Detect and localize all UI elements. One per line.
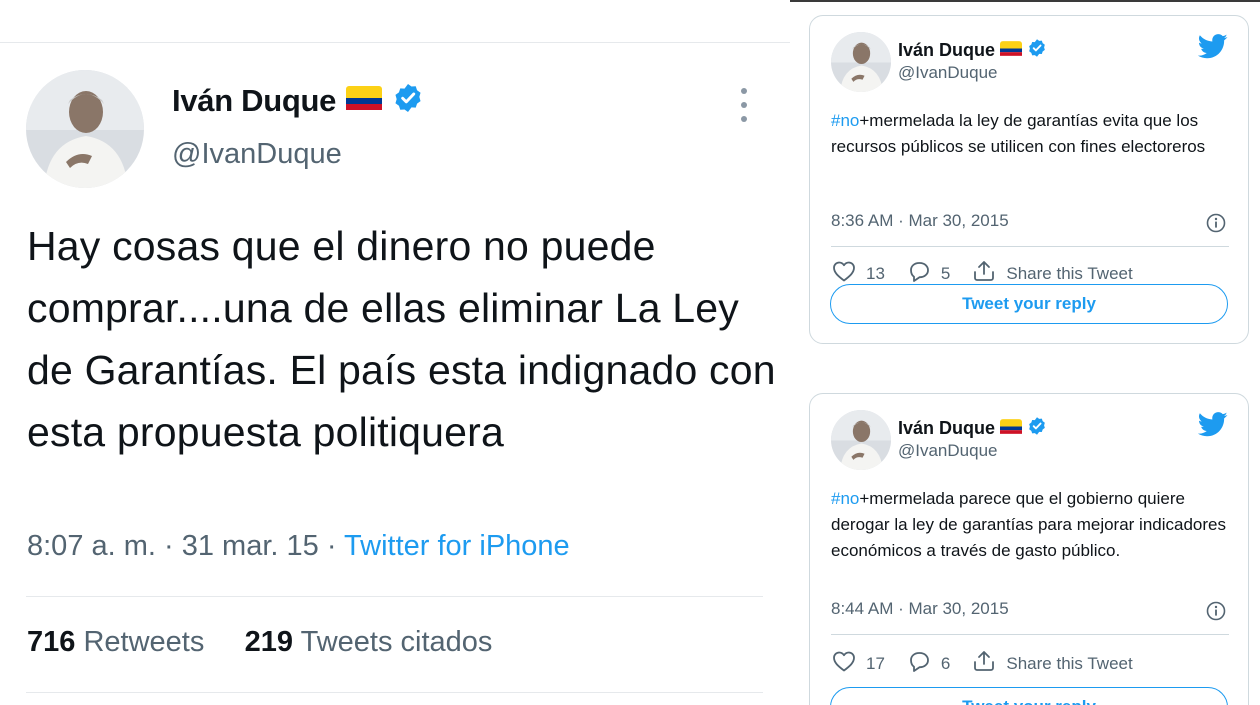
more-options-icon[interactable] [738,88,750,122]
info-icon[interactable] [1206,213,1226,233]
tweet-body: +mermelada la ley de garantías evita que… [831,111,1206,156]
share-icon [972,649,996,678]
reply-button[interactable]: 6 [907,650,950,677]
author-name[interactable]: Iván Duque [898,418,995,439]
divider [0,42,790,43]
tweet-timestamp[interactable]: 8:36 AM · Mar 30, 2015 [831,211,1009,231]
avatar[interactable] [831,410,891,470]
reply-count: 5 [940,263,951,283]
timestamp-text: 8:07 a. m. · 31 mar. 15 · [27,530,345,562]
tweet-your-reply-button[interactable]: Tweet your reply [830,284,1228,324]
embedded-tweet-card[interactable]: Iván Duque @IvanDuque #no+mermelada la l… [809,15,1249,344]
tweet-actions: 17 6 Share this Tweet [832,649,1155,678]
share-label: Share this Tweet [1006,263,1133,283]
like-count: 17 [866,653,885,673]
verified-badge-icon [1027,416,1047,441]
author-handle[interactable]: @IvanDuque [172,138,342,171]
quotes-stat[interactable]: 219 Tweets citados [245,626,493,658]
twitter-bird-icon[interactable] [1197,412,1228,437]
top-border [790,0,1260,2]
quotes-label: Tweets citados [300,626,493,658]
author-handle[interactable]: @IvanDuque [898,63,998,83]
tweet-text: Hay cosas que el dinero no puede comprar… [27,223,776,455]
reply-icon [907,260,931,287]
quotes-count: 219 [244,626,294,658]
verified-badge-icon [392,82,424,119]
main-tweet: Iván Duque @IvanDuque Hay cosas que el d… [0,0,790,705]
colombia-flag-icon [1000,418,1023,439]
embedded-tweet-card[interactable]: Iván Duque @IvanDuque #no+mermelada pare… [809,393,1249,705]
tweet-source-link[interactable]: Twitter for iPhone [344,530,570,562]
tweet-stats: 716 Retweets 219 Tweets citados [27,626,492,659]
author-name[interactable]: Iván Duque [172,83,336,119]
reply-count: 6 [940,653,951,673]
retweets-label: Retweets [83,626,205,658]
divider [26,692,763,693]
divider [26,596,763,597]
twitter-bird-icon[interactable] [1197,34,1228,59]
hashtag-link[interactable]: #no [831,489,859,508]
info-icon[interactable] [1206,601,1226,621]
tweet-timestamp: 8:07 a. m. · 31 mar. 15 · Twitter for iP… [27,530,570,563]
like-button[interactable]: 17 [832,650,885,677]
tweet-body: +mermelada parece que el gobierno quiere… [831,489,1227,560]
divider [831,634,1229,635]
hashtag-link[interactable]: #no [831,111,859,130]
tweet-text: #no+mermelada la ley de garantías evita … [831,108,1231,160]
divider [831,246,1229,247]
tweet-your-reply-button[interactable]: Tweet your reply [830,687,1228,705]
reply-icon [907,650,931,677]
like-count: 13 [866,263,885,283]
share-label: Share this Tweet [1006,653,1133,673]
tweet-timestamp[interactable]: 8:44 AM · Mar 30, 2015 [831,599,1009,619]
verified-badge-icon [1027,38,1047,63]
avatar[interactable] [26,70,144,188]
tweet-text: #no+mermelada parece que el gobierno qui… [831,486,1231,564]
retweets-stat[interactable]: 716 Retweets [27,626,204,658]
colombia-flag-icon [346,86,383,115]
retweets-count: 716 [27,626,76,658]
author-name[interactable]: Iván Duque [898,40,995,61]
avatar[interactable] [831,32,891,92]
share-button[interactable]: Share this Tweet [972,649,1133,678]
heart-icon [832,260,856,287]
like-button[interactable]: 13 [832,260,885,287]
author-handle[interactable]: @IvanDuque [898,441,998,461]
colombia-flag-icon [1000,40,1023,61]
reply-button[interactable]: 5 [907,260,950,287]
heart-icon [832,650,856,677]
